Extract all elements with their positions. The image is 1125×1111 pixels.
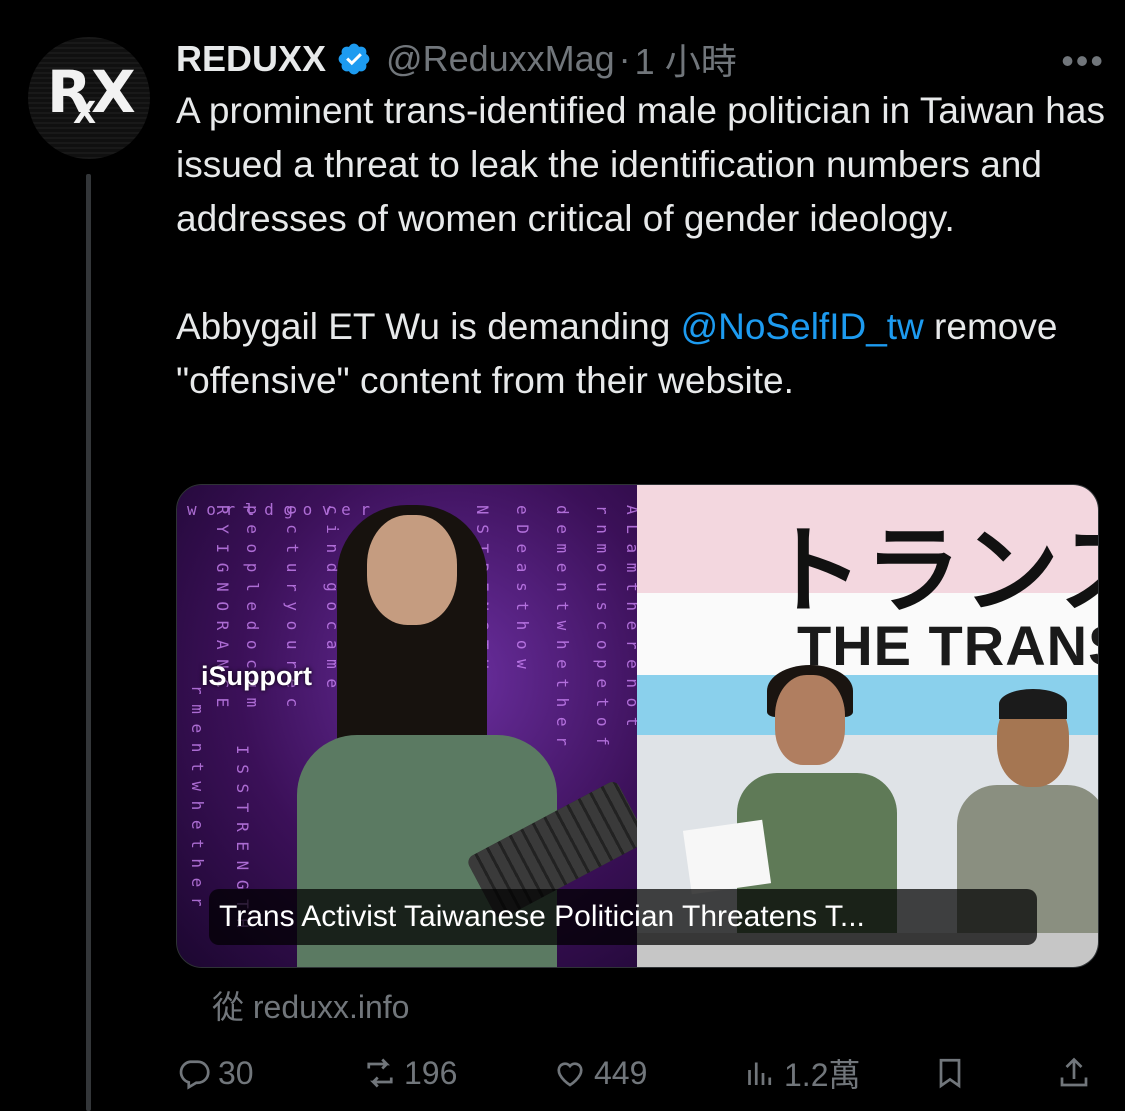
- reduxx-logo: R X X: [39, 63, 139, 133]
- separator: ·: [618, 38, 631, 79]
- card-title[interactable]: Trans Activist Taiwanese Politician Thre…: [209, 889, 1037, 945]
- verified-badge-icon: [338, 43, 370, 75]
- share-icon: [1060, 1057, 1088, 1087]
- author-avatar[interactable]: R X X: [28, 37, 150, 159]
- svg-text:r m e n t w h e t h e r: r m e n t w h e t h e r: [188, 685, 207, 907]
- link-card[interactable]: w o r l d g o v e r R Y I G N O R A N C …: [176, 484, 1099, 968]
- like-count: 449: [594, 1054, 648, 1091]
- speaker-paper: [682, 819, 772, 895]
- like-button[interactable]: 449: [552, 1048, 647, 1098]
- speaker-head: [775, 675, 845, 765]
- views-count: 1.2萬: [784, 1057, 861, 1093]
- more-options-icon[interactable]: •••: [1061, 40, 1105, 82]
- repost-button[interactable]: 196: [362, 1048, 457, 1098]
- svg-text:d e m e n t w h e t h e r: d e m e n t w h e t h e r: [553, 505, 572, 746]
- logo-x: X: [91, 58, 136, 126]
- author-handle[interactable]: @ReduxxMag: [386, 38, 615, 80]
- action-bar: 30 196 449 1.2萬: [176, 1048, 1099, 1098]
- analytics-icon: [748, 1062, 772, 1085]
- repost-icon: [367, 1058, 393, 1088]
- bookmark-icon: [939, 1058, 961, 1089]
- card-source[interactable]: 從 reduxx.info: [212, 982, 409, 1028]
- share-button[interactable]: [1056, 1048, 1092, 1098]
- banner-japanese-text: トランスジェ: [767, 518, 1098, 625]
- logo-x-small: X: [73, 96, 97, 131]
- banner-english-text: THE TRANS: [797, 614, 1098, 677]
- thread-line: [86, 174, 91, 1111]
- post-paragraph-1: A prominent trans-identified male politi…: [176, 90, 1105, 239]
- paragraph-2-prefix: Abbygail ET Wu is demanding: [176, 306, 681, 347]
- views-button[interactable]: 1.2萬: [742, 1048, 861, 1098]
- svg-text:A L a m t h e r e n o t: A L a m t h e r e n o t: [623, 505, 637, 727]
- isupport-label: iSupport: [201, 661, 312, 691]
- svg-text:e D e a s t h o w: e D e a s t h o w: [513, 505, 532, 669]
- heart-icon: [557, 1062, 583, 1087]
- reply-icon: [179, 1060, 210, 1090]
- mention-link[interactable]: @NoSelfID_tw: [681, 306, 924, 347]
- reply-button[interactable]: 30: [176, 1048, 254, 1098]
- reply-count: 30: [218, 1054, 254, 1091]
- post-header: REDUXX @ReduxxMag · 1 小時 •••: [176, 36, 1105, 82]
- post-paragraph-2: Abbygail ET Wu is demanding @NoSelfID_tw…: [176, 300, 1106, 408]
- author-name[interactable]: REDUXX: [176, 38, 326, 80]
- svg-text:r n m o u s c o p e t o f: r n m o u s c o p e t o f: [593, 505, 612, 746]
- bookmark-button[interactable]: [932, 1048, 968, 1098]
- post-time[interactable]: 1 小時: [635, 33, 737, 85]
- repost-count: 196: [404, 1054, 458, 1091]
- post-text: A prominent trans-identified male politi…: [176, 84, 1106, 408]
